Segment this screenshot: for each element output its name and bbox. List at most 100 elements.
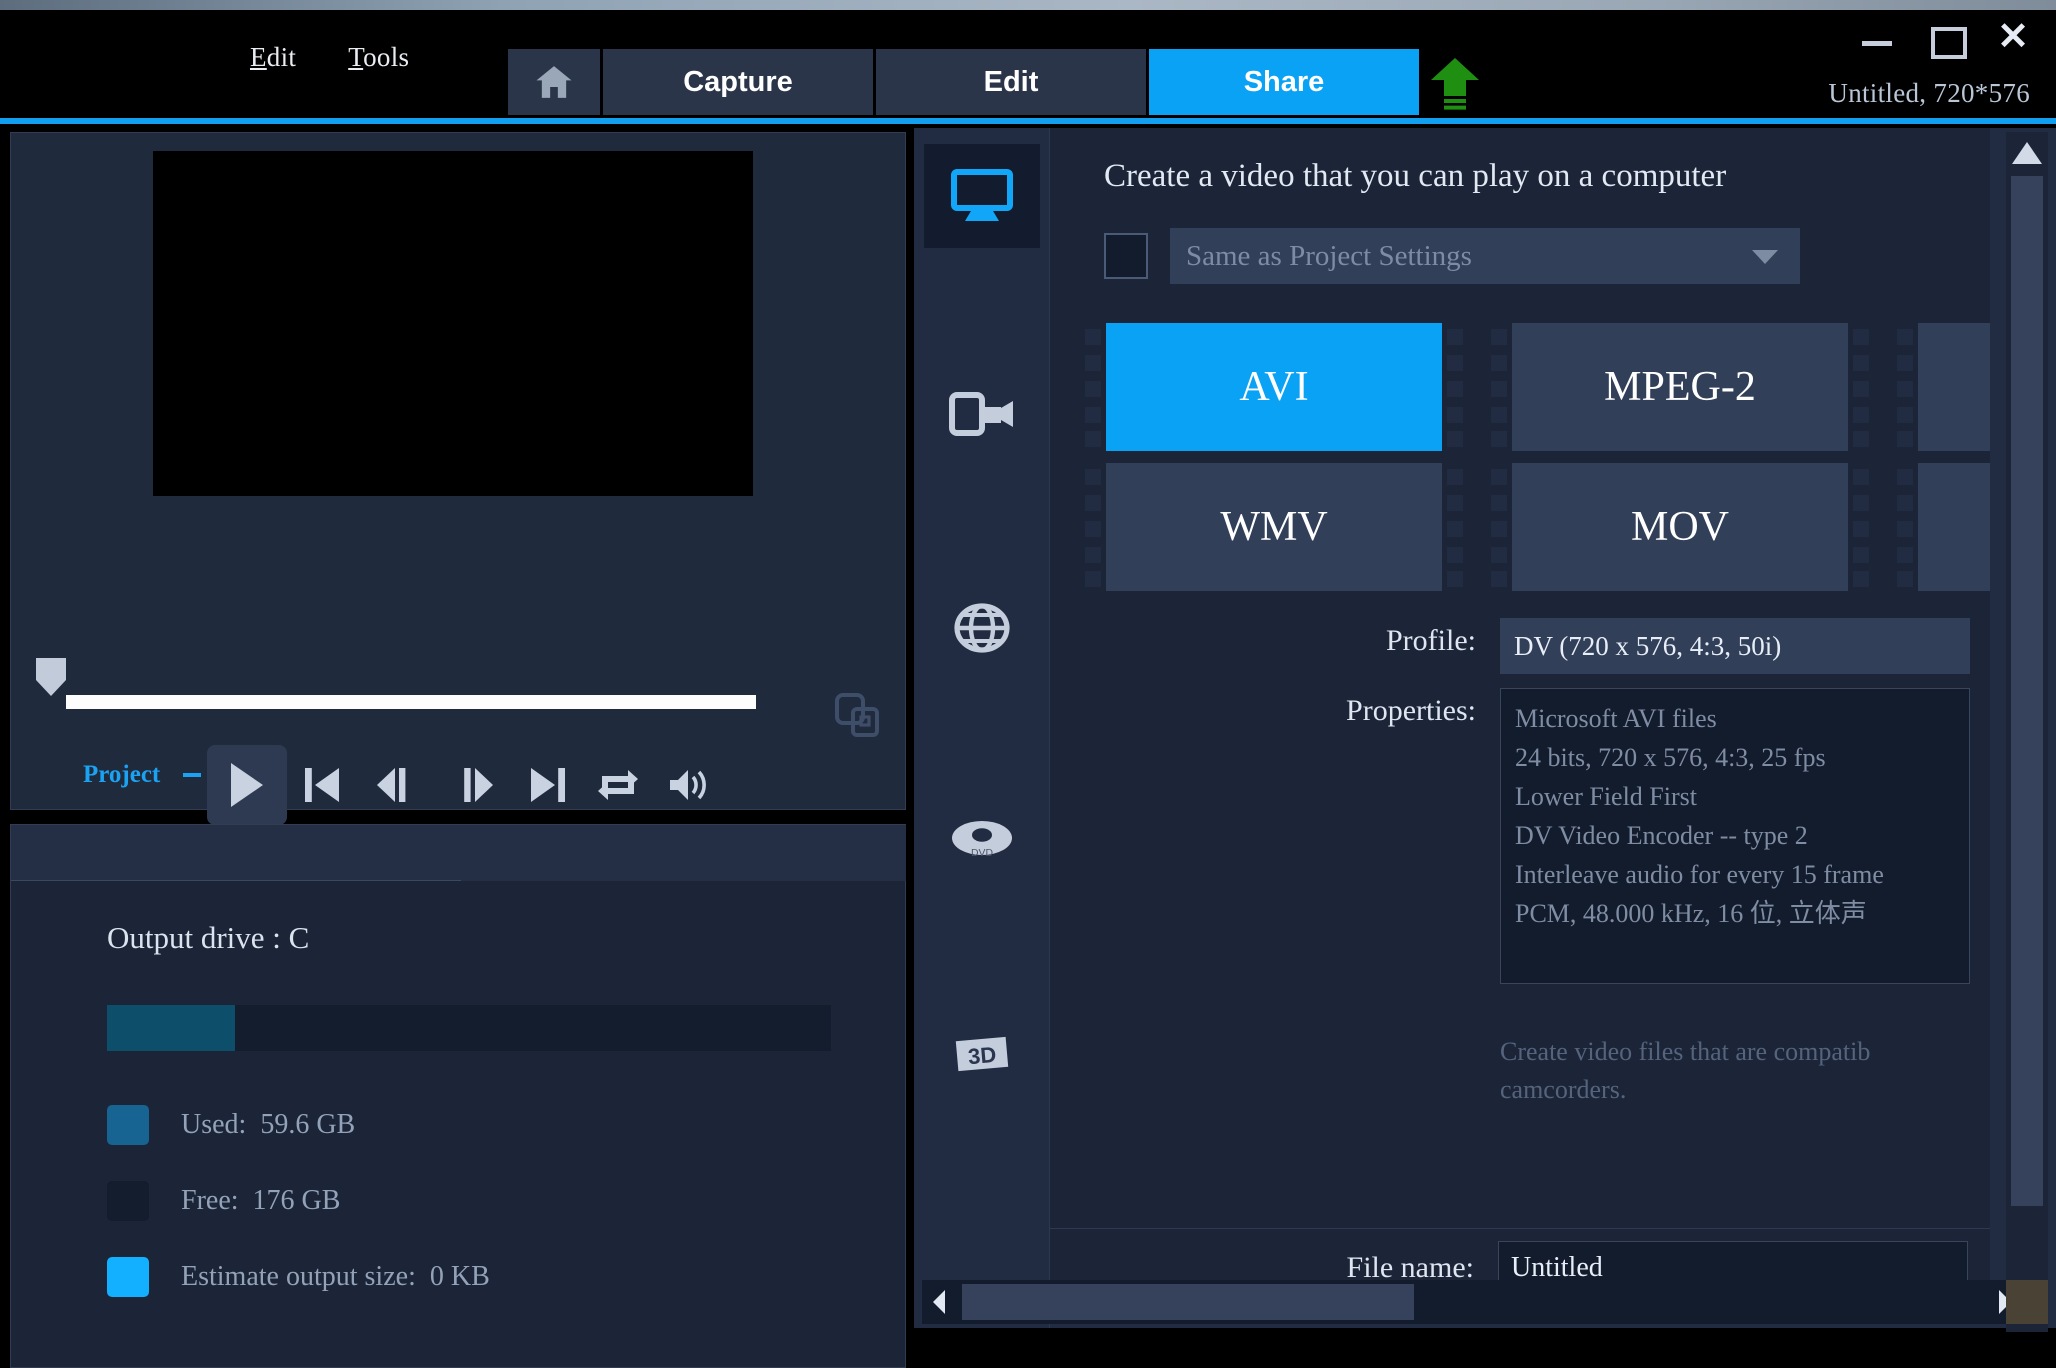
share-heading: Create a video that you can play on a co… <box>1104 158 1727 194</box>
output-drive-panel: Output drive : C Used: 59.6 GB Free: 176… <box>10 824 907 1368</box>
loop-button[interactable] <box>583 745 653 825</box>
sidebar-item-device[interactable] <box>924 362 1040 466</box>
title-bar: Edit Tools Capture Edit Share ✕ Untitled… <box>0 0 2056 124</box>
format-tile-mpeg2[interactable]: MPEG-2 <box>1486 323 1874 451</box>
preview-mode-dash <box>183 773 201 777</box>
menu-tools-mnemonic: T <box>348 42 364 72</box>
vertical-scrollbar[interactable] <box>2006 132 2048 1332</box>
film-sprocket-left <box>1080 323 1106 451</box>
transport-controls <box>207 745 723 825</box>
home-icon <box>533 62 575 102</box>
legend-swatch-estimate <box>107 1257 149 1297</box>
tab-share[interactable]: Share <box>1149 49 1419 115</box>
application-window: Edit Tools Capture Edit Share ✕ Untitled… <box>0 0 2056 1368</box>
format-description-line: camcorders. <box>1500 1075 1627 1104</box>
window-chrome-strip <box>0 0 2056 10</box>
menu-edit[interactable]: Edit <box>250 42 296 73</box>
format-tile-partial-top[interactable] <box>1892 323 1990 451</box>
format-tile-wmv-label: WMV <box>1220 504 1328 550</box>
menu-tools[interactable]: Tools <box>348 42 409 73</box>
format-tile-avi-label: AVI <box>1239 364 1309 410</box>
vertical-scrollbar-thumb[interactable] <box>2011 176 2043 1206</box>
scroll-up-arrow-icon[interactable] <box>2010 138 2044 168</box>
format-tile-wmv[interactable]: WMV <box>1080 463 1468 591</box>
profile-select[interactable]: DV (720 x 576, 4:3, 50i) <box>1500 618 1970 674</box>
format-tile-mov[interactable]: MOV <box>1486 463 1874 591</box>
skip-start-button[interactable] <box>287 745 357 825</box>
legend-label-used: Used: <box>181 1109 247 1140</box>
project-settings-value: Same as Project Settings <box>1186 239 1472 272</box>
legend-value-estimate: 0 KB <box>429 1261 490 1292</box>
maximize-icon[interactable] <box>1928 22 1967 59</box>
share-destination-rail: DVD 3D <box>914 128 1050 1328</box>
horizontal-scrollbar[interactable] <box>922 1280 2022 1324</box>
properties-line: Interleave audio for every 15 frame <box>1515 860 1884 889</box>
preview-mode-label[interactable]: Project <box>83 761 160 789</box>
legend-item-estimate: Estimate output size: 0 KB <box>107 1239 867 1315</box>
format-tile-avi[interactable]: AVI <box>1080 323 1468 451</box>
film-sprocket-right <box>1442 323 1468 451</box>
sidebar-item-web[interactable] <box>924 576 1040 680</box>
sidebar-item-computer[interactable] <box>924 144 1040 248</box>
properties-row: Properties: Microsoft AVI files 24 bits,… <box>1050 688 1990 984</box>
timeline-playhead[interactable] <box>36 658 66 696</box>
film-sprocket-left <box>1892 323 1918 451</box>
project-settings-checkbox[interactable] <box>1104 233 1148 279</box>
properties-line: Microsoft AVI files <box>1515 704 1717 733</box>
svg-text:DVD: DVD <box>971 848 993 859</box>
duplicate-window-icon[interactable] <box>833 691 881 739</box>
share-content: Create a video that you can play on a co… <box>1050 128 1990 1228</box>
horizontal-scrollbar-thumb[interactable] <box>962 1284 1414 1320</box>
legend-value-free: 176 GB <box>252 1185 341 1216</box>
left-column: Project Output drive: C Used: 59.6 GB F… <box>0 124 907 1368</box>
chevron-down-icon <box>1752 250 1778 264</box>
tab-edit[interactable]: Edit <box>876 49 1146 115</box>
play-button[interactable] <box>207 745 287 825</box>
format-tile-partial-bottom[interactable] <box>1892 463 1990 591</box>
format-tile-mov-label: MOV <box>1630 504 1729 550</box>
tab-capture[interactable]: Capture <box>603 49 873 115</box>
project-settings-row: Same as Project Settings <box>1104 228 1800 284</box>
legend-label-free: Free: <box>181 1185 239 1216</box>
skip-end-button[interactable] <box>513 745 583 825</box>
preview-scrubber[interactable] <box>66 695 756 709</box>
scroll-left-arrow-icon[interactable] <box>922 1280 956 1324</box>
output-drive-title: Output drive : C <box>107 920 310 955</box>
profile-label: Profile: <box>1386 624 1476 657</box>
horizontal-scrollbar-track[interactable] <box>956 1282 1988 1322</box>
menu-bar: Edit Tools <box>250 42 409 73</box>
volume-button[interactable] <box>653 745 723 825</box>
project-settings-select[interactable]: Same as Project Settings <box>1170 228 1800 284</box>
main-tabs: Capture Edit Share <box>508 49 1419 115</box>
film-sprocket-left <box>1486 463 1512 591</box>
properties-line: DV Video Encoder -- type 2 <box>1515 821 1808 850</box>
right-column: DVD 3D Create a video that you can play … <box>906 124 2056 1368</box>
profile-row: Profile: DV (720 x 576, 4:3, 50i) <box>1050 618 1990 674</box>
menu-edit-mnemonic: E <box>250 42 267 72</box>
legend-label-estimate: Estimate output size: <box>181 1261 416 1292</box>
film-sprocket-left <box>1892 463 1918 591</box>
upload-arrow-icon[interactable] <box>1425 56 1485 112</box>
drive-usage-fill <box>107 1005 235 1051</box>
sidebar-item-disc[interactable]: DVD <box>924 788 1040 892</box>
properties-box: Microsoft AVI files 24 bits, 720 x 576, … <box>1500 688 1970 984</box>
format-tiles: AVI MPEG-2 WMV MOV <box>1080 323 1990 593</box>
minimize-icon[interactable] <box>1860 22 1894 56</box>
preview-screen[interactable] <box>153 151 753 496</box>
properties-line: Lower Field First <box>1515 782 1697 811</box>
previous-frame-button[interactable] <box>357 745 435 825</box>
legend-item-free: Free: 176 GB <box>107 1163 867 1239</box>
close-icon[interactable]: ✕ <box>1996 18 2030 56</box>
properties-line: PCM, 48.000 kHz, 16 位, 立体声 <box>1515 899 1867 928</box>
format-settings-form: Profile: DV (720 x 576, 4:3, 50i) Proper… <box>1050 618 1990 998</box>
format-tile-mpeg2-label: MPEG-2 <box>1604 364 1756 410</box>
sidebar-item-3d[interactable]: 3D <box>924 1002 1040 1106</box>
properties-line: 24 bits, 720 x 576, 4:3, 25 fps <box>1515 743 1826 772</box>
menu-tools-rest: ools <box>363 42 410 72</box>
legend-swatch-used <box>107 1105 149 1145</box>
tab-share-label: Share <box>1243 65 1325 98</box>
tab-home[interactable] <box>508 49 600 115</box>
film-sprocket-right <box>1848 463 1874 591</box>
next-frame-button[interactable] <box>435 745 513 825</box>
tab-capture-label: Capture <box>683 65 793 98</box>
